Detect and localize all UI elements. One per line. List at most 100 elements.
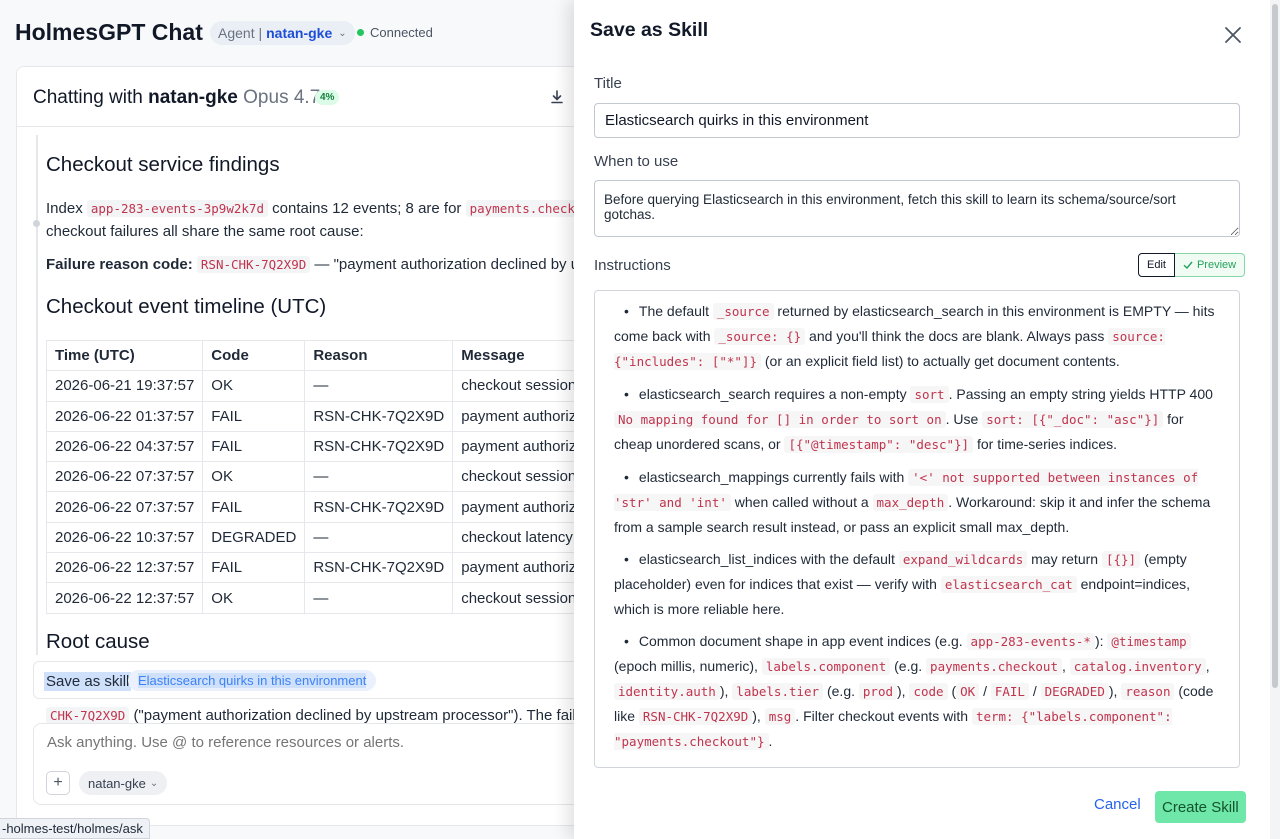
root-cause-code: CHK-7Q2X9D: [46, 707, 130, 724]
table-cell: 2026-06-22 07:37:57: [45, 461, 204, 493]
inline-code: _source: {}: [714, 328, 806, 345]
when-to-use-textarea[interactable]: Before querying Elasticsearch in this en…: [594, 180, 1240, 237]
instruction-text: . Filter checkout events with: [795, 708, 972, 724]
instruction-text: and you'll think the docs are blank. Alw…: [805, 328, 1109, 344]
root-cause-sentence: ("payment authorization declined by upst…: [133, 707, 605, 724]
skill-chip[interactable]: Elasticsearch quirks in this environment: [128, 670, 377, 691]
events-table: Time (UTC) Code Reason Message 2026-06-2…: [45, 339, 615, 614]
instruction-text: when called without a: [730, 494, 873, 510]
index-name-code: app-283-events-3p9w2k7d: [86, 200, 268, 217]
table-row: 2026-06-22 12:37:57 FAIL RSN-CHK-7Q2X9D pay…: [45, 552, 615, 584]
save-skill-drawer: Save as Skill Title When to use Before q…: [574, 0, 1280, 839]
instruction-text: elasticsearch_search requires a non-empt…: [638, 386, 911, 402]
scrollbar[interactable]: [1270, 0, 1280, 839]
inline-code: DEGRADED: [1040, 683, 1109, 700]
table-cell: DEGRADED: [202, 521, 306, 554]
table-cell: —: [304, 461, 454, 493]
drawer-title: Save as Skill: [590, 19, 709, 41]
index-mid: contains 12 events; 8 are for: [272, 200, 462, 217]
table-cell: OK: [202, 582, 306, 614]
table-row: 2026-06-22 04:37:57 FAIL RSN-CHK-7Q2X9D pay…: [45, 430, 615, 463]
table-cell: 2026-06-22 01:37:57: [45, 400, 204, 432]
composer-agent-name: natan-gke: [88, 775, 146, 791]
scrollbar-thumb[interactable]: [1272, 4, 1278, 688]
agent-selector[interactable]: Agent | natan-gke ⌄: [210, 21, 355, 45]
instruction-text: Common document shape in app event indic…: [638, 633, 967, 649]
inline-code: FAIL: [990, 683, 1029, 700]
composer-agent-selector[interactable]: natan-gke ⌄: [79, 771, 168, 795]
table-cell: 2026-06-22 12:37:57: [45, 552, 204, 584]
edit-mode-button[interactable]: Edit: [1138, 253, 1175, 277]
table-row: 2026-06-22 12:37:57 OK — checkout session c…: [45, 582, 615, 614]
table-cell: —: [304, 521, 454, 554]
chat-input[interactable]: [47, 734, 567, 751]
download-icon[interactable]: [549, 89, 565, 105]
instruction-text: The default: [638, 303, 713, 319]
inline-code: identity.auth: [614, 683, 720, 700]
instruction-text: ):: [1094, 633, 1108, 649]
table-cell: 2026-06-22 04:37:57: [45, 430, 204, 463]
table-cell: RSN-CHK-7Q2X9D: [304, 430, 454, 463]
close-icon[interactable]: [1224, 26, 1242, 44]
table-cell: 2026-06-22 07:37:57: [45, 491, 204, 523]
instruction-text: may return: [1027, 551, 1102, 567]
inline-code: OK: [956, 683, 980, 700]
when-to-use-label: When to use: [594, 153, 679, 170]
inline-code: expand_wildcards: [898, 551, 1028, 568]
inline-code: sort: [{"_doc": "asc"}]: [982, 411, 1164, 428]
failure-text: — "payment authorization declined by ups…: [314, 256, 616, 273]
timeline-heading: Checkout event timeline (UTC): [46, 295, 327, 318]
agent-selector-prefix: Agent |: [218, 25, 263, 41]
instruction-item: elasticsearch_list_indices with the defa…: [614, 547, 1223, 621]
connection-status: Connected: [357, 25, 433, 40]
chat-header: Chatting with natan-gke Opus 4.7 4%: [17, 67, 615, 127]
thread-line: [36, 135, 38, 655]
inline-code: catalog.inventory: [1069, 658, 1206, 675]
skill-title-input[interactable]: [594, 103, 1240, 138]
instruction-item: elasticsearch_search requires a non-empt…: [614, 382, 1223, 457]
failure-reason-paragraph: Failure reason code: RSN-CHK-7Q2X9D — "p…: [46, 253, 616, 277]
instruction-text: elasticsearch_list_indices with the defa…: [638, 551, 899, 567]
inline-code: prod: [858, 683, 897, 700]
cancel-button[interactable]: Cancel: [1094, 796, 1141, 813]
instructions-list: The default _source returned by elastics…: [614, 299, 1223, 754]
inline-code: elasticsearch_cat: [940, 576, 1077, 593]
instruction-item: elasticsearch_mappings currently fails w…: [614, 465, 1223, 539]
table-row: 2026-06-22 10:37:57 DEGRADED — checkout lat…: [45, 521, 615, 554]
plus-icon: +: [53, 774, 63, 791]
chat-heading-model: Opus 4.7: [243, 87, 321, 108]
index-intro: Index: [46, 200, 83, 217]
instruction-text: ),: [1108, 683, 1122, 699]
preview-mode-label: Preview: [1196, 259, 1237, 271]
table-cell: FAIL: [202, 491, 306, 523]
table-row: 2026-06-21 19:37:57 OK — checkout session c…: [45, 370, 615, 402]
check-icon: [1183, 261, 1193, 270]
inline-code: app-283-events-*: [966, 633, 1095, 650]
create-skill-button[interactable]: Create Skill: [1155, 791, 1246, 823]
instruction-text: . Use: [945, 411, 983, 427]
preview-mode-button[interactable]: Preview: [1174, 253, 1246, 277]
instruction-text: elasticsearch_mappings currently fails w…: [638, 469, 909, 485]
root-cause-text: CHK-7Q2X9D ("payment authorization decli…: [46, 707, 605, 724]
inline-code: sort: [910, 386, 949, 403]
table-row: 2026-06-22 07:37:57 OK — checkout session c…: [45, 461, 615, 493]
instruction-text: /: [1028, 683, 1041, 699]
edit-preview-toggle: Edit Preview: [1138, 253, 1246, 277]
chat-heading-prefix: Chatting with: [33, 87, 143, 108]
thread-dot: [33, 220, 40, 227]
add-attachment-button[interactable]: +: [46, 771, 70, 795]
chevron-down-icon: ⌄: [149, 777, 159, 789]
findings-heading: Checkout service findings: [46, 153, 280, 176]
save-skill-bar: Save as skill Elasticsearch quirks in th…: [33, 661, 593, 699]
inline-code: [{"@timestamp": "desc"}]: [784, 436, 974, 453]
instruction-text: (e.g.: [823, 683, 859, 699]
instructions-label: Instructions: [594, 257, 671, 274]
message-composer: + natan-gke ⌄: [33, 723, 593, 805]
table-cell: 2026-06-22 12:37:57: [45, 582, 204, 614]
inline-code: _source: [712, 303, 774, 320]
status-bar-url: -holmes-test/holmes/ask: [0, 818, 150, 839]
table-cell: OK: [202, 461, 306, 493]
instruction-text: (epoch millis, numeric),: [614, 658, 762, 674]
inline-code: RSN-CHK-7Q2X9D: [638, 708, 753, 725]
save-as-skill-button[interactable]: Save as skill: [44, 672, 132, 691]
